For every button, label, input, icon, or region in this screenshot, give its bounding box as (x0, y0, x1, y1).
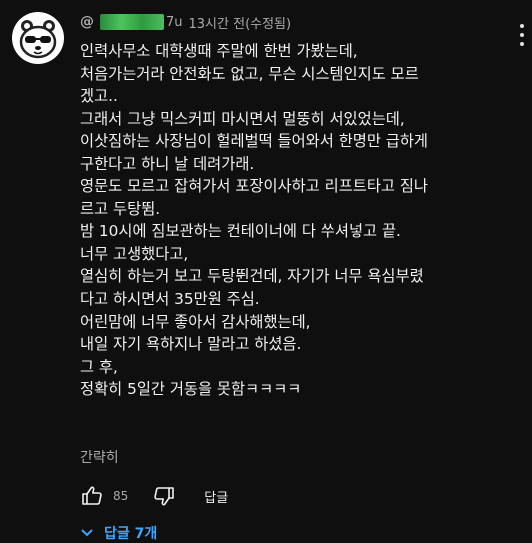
comment-timestamp[interactable]: 13시간 전(수정됨) (189, 13, 292, 32)
comment-line: 정확히 5일간 거동을 못함ㅋㅋㅋㅋ (80, 380, 302, 399)
comment-line: 내일 자기 욕하지나 말라고 하셨음. (80, 335, 302, 354)
comment-line: 너무 고생했다고, (80, 244, 189, 263)
comment-line: 르고 두탕뜀. (80, 199, 161, 218)
comment-line: 어린맘에 너무 좋아서 감사해했는데, (80, 312, 311, 331)
show-less-link[interactable]: 간략히 (80, 447, 119, 467)
author-handle-prefix[interactable]: @ (80, 14, 94, 30)
comment-line: 그래서 그냥 믹스커피 마시면서 멀뚱히 서있었는데, (80, 109, 405, 128)
replies-count-label: 답글 7개 (104, 526, 158, 542)
comment-line: 인력사무소 대학생때 주말에 한번 가봤는데, (80, 42, 358, 60)
comment-line: 영문도 모르고 잡혀가서 포장이사하고 리프트타고 짐나 (80, 177, 428, 196)
comment-line: 겠고.. (80, 87, 118, 106)
comment-line: 열심히 하는거 보고 두탕뛴건데, 자기가 너무 욕심부렸 (80, 267, 424, 286)
author-handle-suffix[interactable]: 7u (166, 15, 183, 30)
comment-actions: 85 답글 (78, 482, 228, 510)
comment-line: 처음가는거라 안전화도 없고, 무슨 시스템인지도 모르 (80, 64, 419, 83)
bear-avatar-icon (19, 20, 57, 59)
author-handle-redacted[interactable] (100, 14, 164, 30)
thumbs-up-icon[interactable] (78, 482, 106, 510)
chevron-down-icon (81, 529, 93, 537)
thumbs-down-icon[interactable] (150, 482, 178, 510)
comment-line: 다고 하시면서 35만원 주심. (80, 290, 260, 309)
comment-line: 이삿짐하는 사장님이 헐레벌떡 들어와서 한명만 급하게 (80, 132, 428, 151)
reply-button[interactable]: 답글 (204, 487, 228, 506)
comment-line: 구한다고 하니 날 데려가래. (80, 154, 255, 173)
comment-header: @ 7u 13시간 전(수정됨) (80, 12, 291, 32)
avatar[interactable] (12, 12, 64, 64)
comment-text: 인력사무소 대학생때 주말에 한번 가봤는데, 처음가는거라 안전화도 없고, … (80, 40, 526, 401)
comment-line: 그 후, (80, 357, 118, 376)
comment-line: 밤 10시에 짐보관하는 컨테이너에 다 쑤셔넣고 끝. (80, 222, 401, 241)
like-count: 85 (113, 489, 129, 503)
replies-toggle-button[interactable]: 답글 7개 (80, 523, 157, 543)
